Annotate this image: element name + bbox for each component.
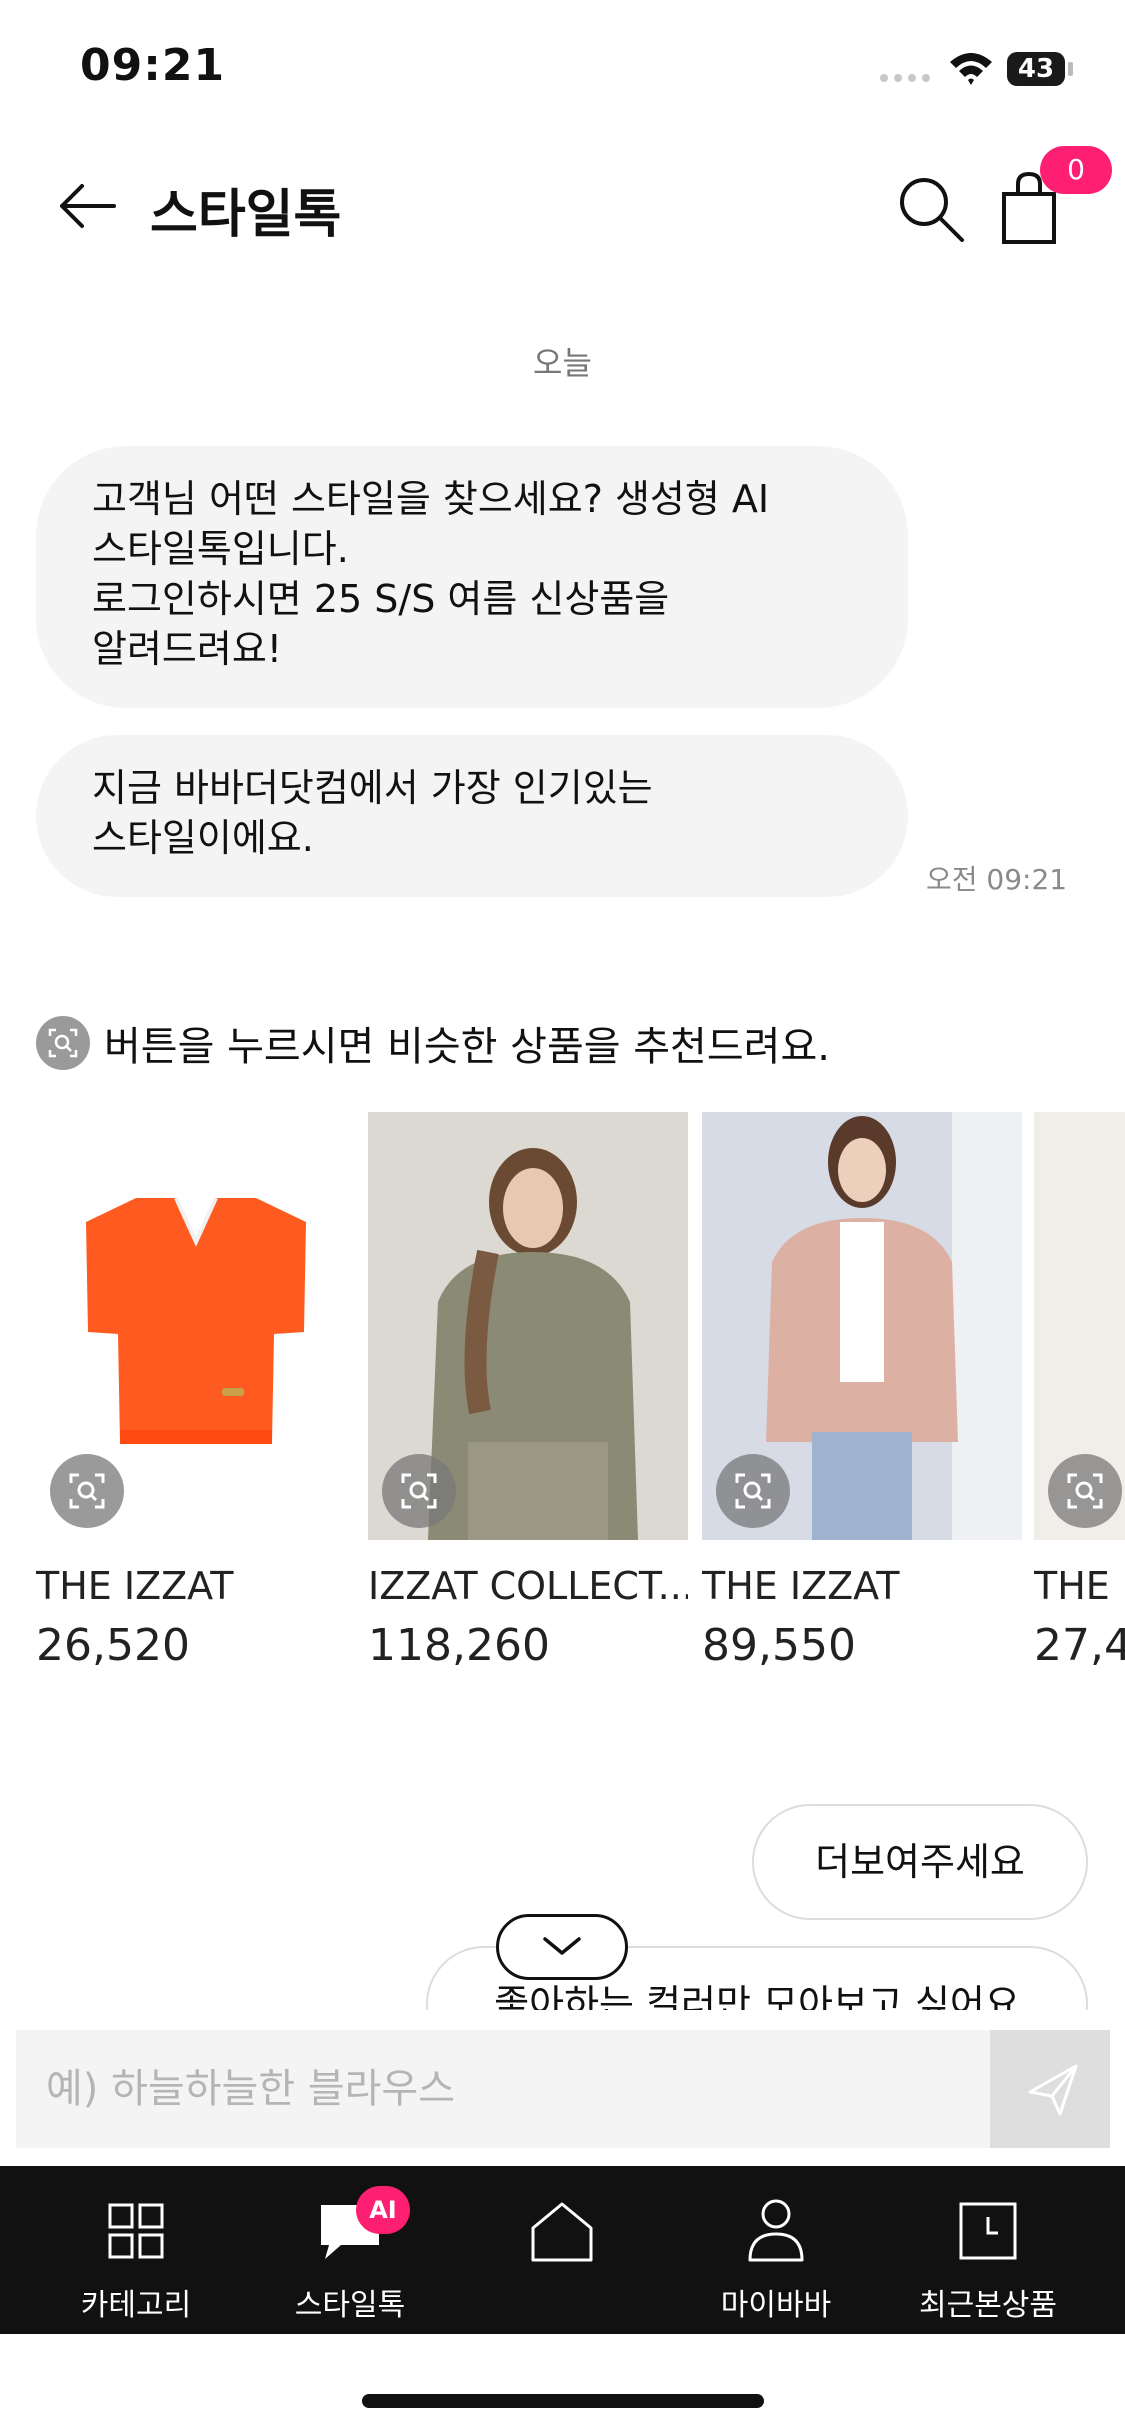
clock-icon	[959, 2202, 1017, 2260]
page-title: 스타일톡	[150, 185, 342, 245]
product-image[interactable]	[702, 1112, 1022, 1540]
tab-home[interactable]	[482, 2196, 642, 2280]
tab-label: 카테고리	[80, 2288, 192, 2323]
tab-category[interactable]: 카테고리	[56, 2196, 216, 2324]
home-icon	[531, 2202, 593, 2262]
product-brand: IZZAT COLLECT...	[368, 1564, 688, 1608]
tab-mybaba[interactable]: 마이바바	[696, 2196, 856, 2324]
product-image[interactable]	[36, 1112, 356, 1540]
chat-input[interactable]	[16, 2030, 990, 2148]
status-time: 09:21	[80, 40, 226, 91]
back-arrow-icon[interactable]	[56, 178, 118, 234]
ai-badge: AI	[356, 2186, 410, 2234]
message-line: 로그인하시면 25 S/S 여름 신상품을	[92, 577, 670, 621]
product-image[interactable]	[368, 1112, 688, 1540]
bot-message-bubble: 지금 바바더닷컴에서 가장 인기있는 스타일이에요.	[36, 735, 908, 897]
product-price: 118,260	[368, 1620, 550, 1671]
product-card[interactable]: IZZAT COLLECT... 118,260	[368, 1112, 688, 1671]
message-line: 고객님 어떤 스타일을 찾으세요? 생성형 AI	[92, 477, 770, 521]
wifi-icon	[950, 53, 992, 85]
tab-label: 스타일톡	[294, 2288, 406, 2323]
recommend-hint-text: 버튼을 누르시면 비슷한 상품을 추천드려요.	[104, 1024, 830, 1070]
product-price: 89,550	[702, 1620, 856, 1671]
product-price: 26,520	[36, 1620, 190, 1671]
battery-icon: 43	[1007, 52, 1065, 86]
message-line: 스타일톡입니다.	[92, 527, 349, 571]
similar-search-button[interactable]	[50, 1454, 124, 1528]
tab-label: 마이바바	[720, 2288, 832, 2323]
product-brand: THE IZZAT	[36, 1564, 234, 1608]
product-price: 27,45	[1034, 1620, 1125, 1671]
message-line: 알려드려요!	[92, 627, 283, 671]
search-icon[interactable]	[896, 174, 966, 244]
bot-message-bubble: 고객님 어떤 스타일을 찾으세요? 생성형 AI 스타일톡입니다. 로그인하시면…	[36, 446, 908, 708]
home-indicator[interactable]	[362, 2394, 764, 2408]
cellular-signal-icon	[880, 74, 930, 82]
product-brand: THE I	[1034, 1564, 1125, 1608]
product-card[interactable]: THE I 27,45	[1034, 1112, 1125, 1672]
send-button[interactable]	[990, 2030, 1110, 2148]
product-card[interactable]: THE IZZAT 89,550	[702, 1112, 1022, 1671]
similar-search-button[interactable]	[382, 1454, 456, 1528]
message-timestamp: 오전 09:21	[926, 863, 1068, 896]
suggestion-chip-more[interactable]: 더보여주세요	[752, 1804, 1088, 1920]
product-image[interactable]	[1034, 1112, 1125, 1540]
tab-label: 최근본상품	[919, 2288, 1057, 2323]
battery-tip	[1068, 62, 1073, 76]
similar-search-button[interactable]	[716, 1454, 790, 1528]
person-icon	[748, 2199, 804, 2262]
product-brand: THE IZZAT	[702, 1564, 900, 1608]
message-line: 스타일이에요.	[92, 816, 314, 860]
chevron-down-icon	[543, 1937, 581, 1955]
similar-search-button[interactable]	[1048, 1454, 1122, 1528]
chat-date-label: 오늘	[533, 344, 592, 382]
send-icon	[1028, 2064, 1078, 2116]
similar-search-icon	[36, 1016, 90, 1070]
message-line: 지금 바바더닷컴에서 가장 인기있는	[92, 766, 653, 810]
tab-recent-items[interactable]: 최근본상품	[908, 2196, 1068, 2324]
grid-icon	[108, 2203, 164, 2259]
product-card[interactable]: THE IZZAT 26,520	[36, 1112, 356, 1671]
scroll-down-button[interactable]	[496, 1914, 628, 1980]
cart-count-badge: 0	[1040, 146, 1112, 194]
